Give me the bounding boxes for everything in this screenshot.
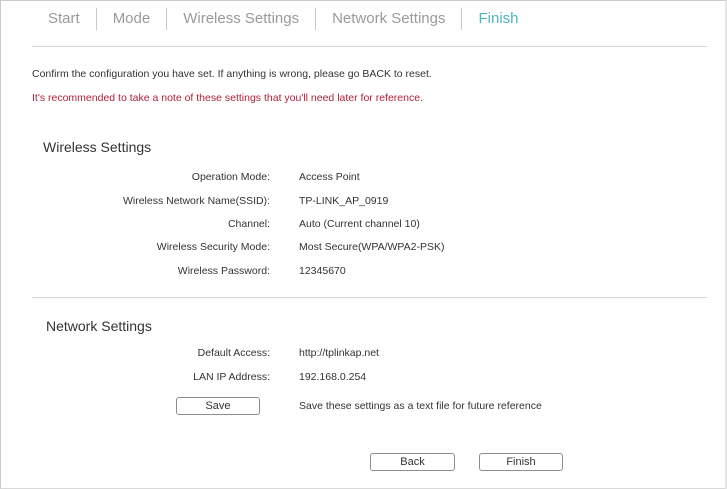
step-finish[interactable]: Finish [462,6,534,32]
section-divider [32,297,707,298]
reference-note: It's recommended to take a note of these… [32,92,423,104]
confirm-message: Confirm the configuration you have set. … [32,68,432,80]
default-access-label: Default Access: [197,347,270,359]
lan-ip-label: LAN IP Address: [193,371,270,383]
step-mode[interactable]: Mode [97,6,167,32]
back-button[interactable]: Back [370,453,455,471]
security-mode-label: Wireless Security Mode: [156,241,270,253]
operation-mode-label: Operation Mode: [191,171,270,183]
network-section-title: Network Settings [46,318,152,334]
lan-ip-value: 192.168.0.254 [299,371,367,383]
wireless-section-title: Wireless Settings [43,139,152,155]
step-network-settings[interactable]: Network Settings [316,6,461,32]
wireless-password-label: Wireless Password: [177,265,270,277]
finish-button[interactable]: Finish [479,453,563,471]
operation-mode-value: Access Point [299,171,360,183]
wizard-stepbar: Start Mode Wireless Settings Network Set… [32,6,535,32]
channel-label: Channel: [227,218,270,230]
channel-value: Auto (Current channel 10) [299,218,420,230]
default-access-value: http://tplinkap.net [299,347,379,359]
save-button[interactable]: Save [176,397,260,415]
ssid-label: Wireless Network Name(SSID): [122,195,270,207]
step-start[interactable]: Start [32,6,96,32]
save-hint: Save these settings as a text file for f… [299,400,542,412]
step-wireless-settings[interactable]: Wireless Settings [167,6,315,32]
ssid-value: TP-LINK_AP_0919 [299,195,389,207]
security-mode-value: Most Secure(WPA/WPA2-PSK) [299,241,445,253]
wireless-password-value: 12345670 [299,265,346,277]
header-divider [32,46,707,47]
